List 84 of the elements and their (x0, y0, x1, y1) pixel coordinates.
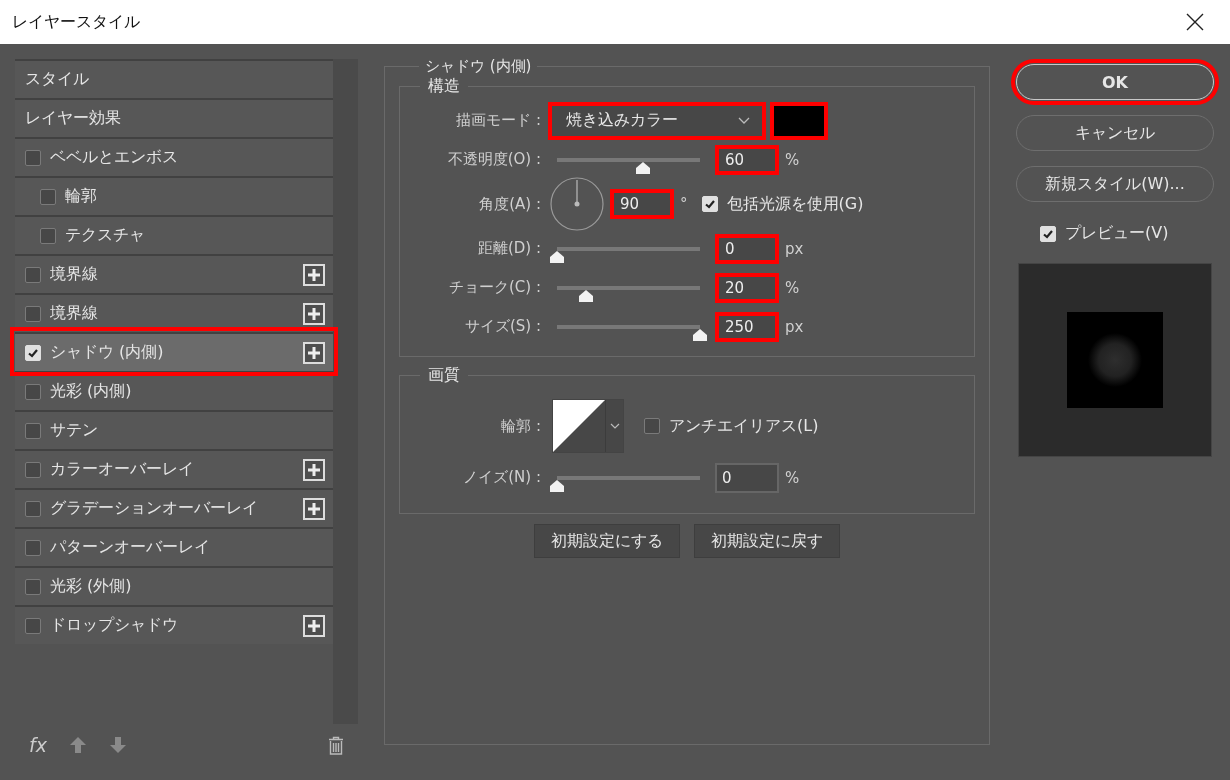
style-list-item[interactable]: サテン (15, 410, 333, 449)
unit-label: px (785, 317, 804, 336)
blend-mode-dropdown[interactable]: 焼き込みカラー (548, 101, 766, 140)
checkbox[interactable] (25, 305, 41, 322)
add-button[interactable] (303, 341, 325, 364)
checkbox-label: プレビュー(V) (1065, 223, 1169, 244)
add-button[interactable] (303, 458, 325, 481)
slider-thumb[interactable] (549, 249, 565, 264)
field-label: 距離(D) : (476, 239, 541, 258)
field-label: 角度(A) : (478, 194, 541, 214)
plus-icon (307, 462, 321, 477)
plus-icon (307, 345, 321, 360)
checkbox-label: アンチエイリアス(L) (669, 415, 819, 437)
slider-thumb[interactable] (634, 160, 651, 175)
style-list-item[interactable]: 境界線 (15, 293, 333, 332)
style-list-item[interactable]: 境界線 (15, 254, 333, 293)
checkbox[interactable] (25, 617, 41, 634)
field-label: ノイズ(N) : (462, 468, 541, 487)
default-button[interactable]: 初期設定にする (534, 524, 680, 558)
checkbox-label: 包括光源を使用(G) (726, 193, 864, 215)
checkbox[interactable] (25, 383, 41, 400)
panel-title: シャドウ (内側) (424, 57, 533, 76)
plus-icon (307, 501, 321, 516)
value-field[interactable]: 20 (715, 272, 779, 303)
value-field[interactable]: 60 (715, 144, 779, 175)
unit-label: % (785, 468, 800, 487)
chevron-icon (609, 422, 620, 430)
style-list-item[interactable]: スタイル (15, 59, 333, 98)
group-title: 構造 (427, 76, 461, 97)
color-swatch[interactable] (770, 101, 828, 140)
field-label: 描画モード : (455, 111, 541, 130)
add-button[interactable] (303, 302, 325, 325)
field-label: 輪郭 : (500, 416, 541, 436)
style-list-item[interactable]: 光彩 (内側) (15, 371, 333, 410)
style-list-item[interactable]: カラーオーバーレイ (15, 449, 333, 488)
checkbox[interactable] (25, 266, 41, 283)
close-icon[interactable] (1186, 13, 1204, 31)
value-field[interactable]: 0 (715, 233, 779, 264)
unit-label: px (785, 239, 804, 258)
group-title: 画質 (427, 365, 461, 386)
checkbox[interactable] (25, 461, 41, 478)
add-button[interactable] (303, 497, 325, 520)
style-list-item[interactable]: パターンオーバーレイ (15, 527, 333, 566)
add-button[interactable] (303, 263, 325, 286)
field-label: サイズ(S) : (463, 317, 541, 336)
checkbox[interactable] (25, 500, 41, 517)
fx-menu[interactable]: fx (29, 734, 47, 756)
style-list-item[interactable]: ドロップシャドウ (15, 605, 333, 644)
style-list-item[interactable]: レイヤー効果 (15, 98, 333, 137)
plus-icon (307, 267, 321, 282)
checkbox[interactable] (644, 418, 660, 434)
style-list-item[interactable]: グラデーションオーバーレイ (15, 488, 333, 527)
value-field[interactable]: 250 (715, 311, 779, 342)
slider-thumb[interactable] (692, 327, 708, 342)
checkbox[interactable] (40, 227, 56, 244)
field-label: チョーク(C) : (448, 278, 541, 297)
checkbox[interactable] (40, 188, 56, 205)
dialog-button[interactable]: 新規スタイル(W)... (1016, 166, 1214, 202)
value-field[interactable]: 0 (715, 462, 779, 493)
angle-dial[interactable] (550, 177, 604, 231)
checkbox[interactable] (25, 539, 41, 556)
field-label: 不透明度(O) : (446, 150, 541, 169)
checkbox[interactable] (25, 578, 41, 595)
unit-label: % (785, 150, 800, 169)
default-button[interactable]: 初期設定に戻す (694, 524, 840, 558)
checkbox[interactable] (25, 149, 41, 166)
unit-label: % (785, 278, 800, 297)
style-list-item[interactable]: 光彩 (外側) (15, 566, 333, 605)
trash-icon[interactable] (328, 735, 344, 755)
slider-thumb[interactable] (549, 478, 565, 493)
style-list-item[interactable]: テクスチャ (15, 215, 333, 254)
window-title: レイヤースタイル (12, 11, 141, 33)
checkbox[interactable] (25, 422, 41, 439)
add-button[interactable] (303, 614, 325, 637)
angle-field[interactable]: 90 (610, 189, 674, 219)
chevron-icon (738, 116, 750, 125)
contour-picker[interactable] (552, 399, 624, 453)
unit-label: ° (680, 195, 688, 213)
style-list-item[interactable]: 輪郭 (15, 176, 333, 215)
slider-thumb[interactable] (577, 288, 594, 303)
dialog-button[interactable]: キャンセル (1016, 115, 1214, 151)
plus-icon (307, 618, 321, 633)
style-list-item[interactable]: ベベルとエンボス (15, 137, 333, 176)
plus-icon (307, 306, 321, 321)
